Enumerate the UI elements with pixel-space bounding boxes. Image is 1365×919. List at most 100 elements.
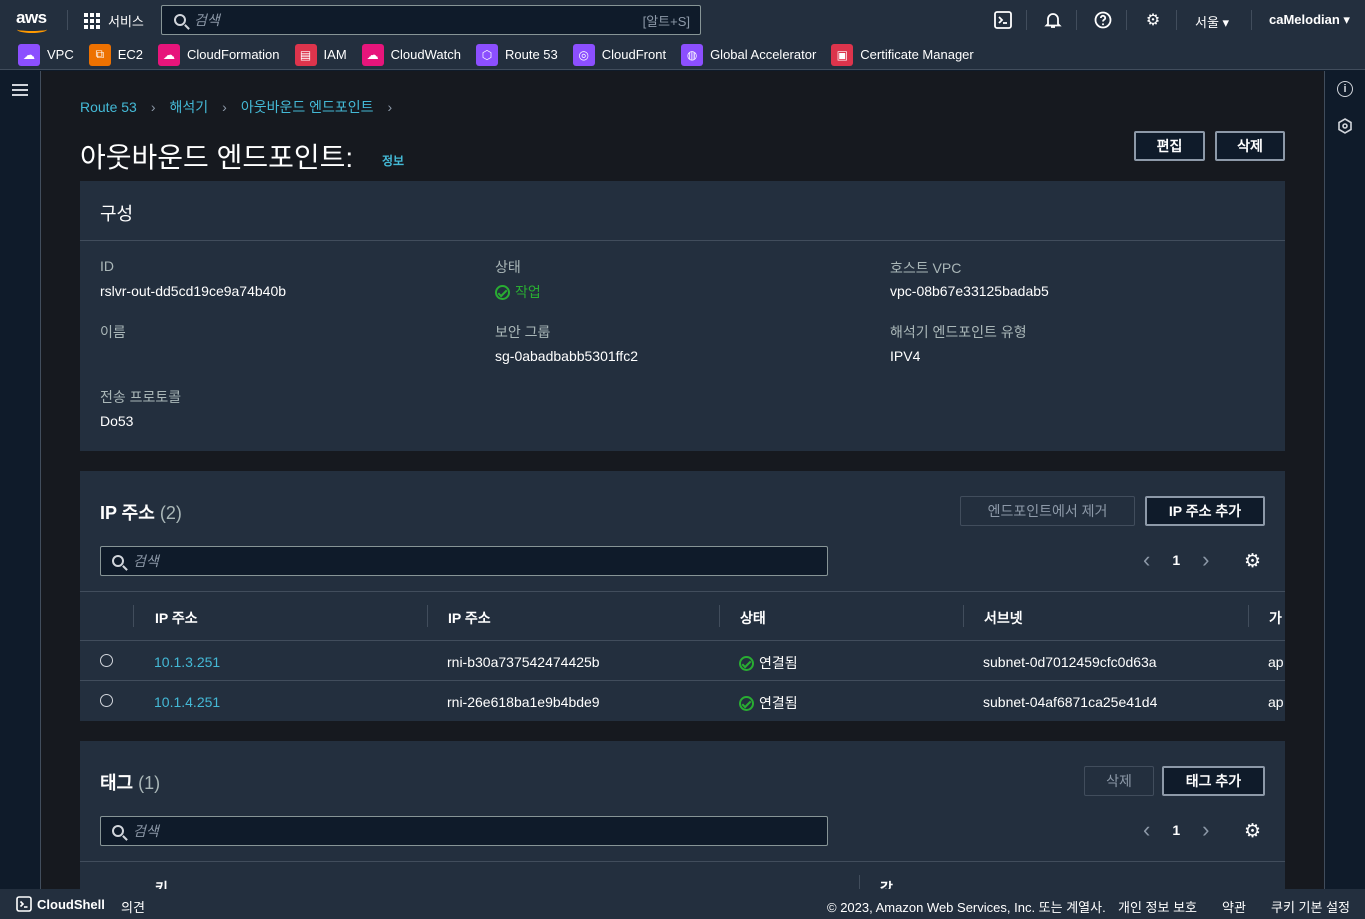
settings-gear-icon[interactable]: ⚙ — [1143, 10, 1163, 30]
left-navigation-rail — [0, 71, 41, 889]
chevron-right-icon[interactable]: › — [1202, 547, 1209, 573]
hexagon-icon[interactable] — [1337, 118, 1353, 134]
chevron-left-icon[interactable]: ‹ — [1143, 547, 1150, 573]
info-panel-icon[interactable]: i — [1337, 81, 1353, 97]
divider — [1126, 10, 1127, 30]
chevron-right-icon[interactable]: › — [1202, 817, 1209, 843]
breadcrumb-outbound-endpoints[interactable]: 아웃바운드 엔드포인트 — [241, 97, 374, 117]
cloudshell-icon[interactable] — [993, 10, 1013, 30]
service-icon: ☁ — [361, 43, 384, 66]
favorite-label: IAM — [323, 47, 347, 62]
favorite-label: CloudFormation — [187, 47, 280, 62]
delete-tag-button[interactable]: 삭제 — [1084, 766, 1154, 796]
right-tools-rail: i — [1324, 71, 1365, 889]
column-header-status[interactable]: 상태 — [740, 608, 766, 628]
service-icon: ▤ — [294, 43, 317, 66]
column-separator — [427, 605, 428, 627]
column-header-eni[interactable]: IP 주소 — [448, 608, 491, 628]
eni-value: rni-b30a737542474425b — [447, 654, 600, 670]
ip-link[interactable]: 10.1.4.251 — [154, 694, 220, 710]
ip-link[interactable]: 10.1.3.251 — [154, 654, 220, 670]
global-search-input[interactable]: 검색 [알트+S] — [161, 5, 701, 35]
favorite-global-accelerator[interactable]: ◍ Global Accelerator — [681, 43, 816, 66]
cloudshell-link[interactable]: CloudShell — [37, 897, 105, 912]
copyright-text: © 2023, Amazon Web Services, Inc. 또는 계열사… — [827, 900, 1106, 915]
status-text: 연결됨 — [759, 695, 798, 711]
status-badge: 연결됨 — [739, 653, 798, 673]
service-icon: ⬡ — [475, 43, 498, 66]
account-menu[interactable]: caMelodian ▾ — [1269, 12, 1350, 28]
cookie-preferences-link[interactable]: 쿠키 기본 설정 — [1271, 897, 1350, 916]
help-icon[interactable] — [1093, 10, 1113, 30]
edit-button[interactable]: 편집 — [1134, 131, 1205, 161]
chevron-right-icon: › — [150, 99, 156, 115]
hamburger-menu-icon[interactable] — [12, 84, 28, 96]
tags-heading: 태그 (1) — [100, 769, 160, 795]
terms-link[interactable]: 약관 — [1222, 897, 1246, 916]
column-header-az[interactable]: 가 — [1269, 608, 1282, 628]
status-badge: 연결됨 — [739, 693, 798, 713]
row-radio[interactable] — [100, 654, 113, 667]
current-page[interactable]: 1 — [1172, 552, 1180, 568]
endpoint-type-label: 해석기 엔드포인트 유형 — [890, 324, 1027, 340]
favorite-cloudfront[interactable]: ◎ CloudFront — [572, 43, 667, 66]
service-icon: ◎ — [572, 43, 595, 66]
security-group-value: sg-0abadbabb5301ffc2 — [495, 348, 638, 364]
tags-panel: 태그 (1) 삭제 태그 추가 검색 ‹ 1 › ⚙ 키 값 — [80, 741, 1285, 897]
favorite-ec2[interactable]: ⧉ EC2 — [88, 43, 144, 66]
chevron-left-icon[interactable]: ‹ — [1143, 817, 1150, 843]
breadcrumb-route53[interactable]: Route 53 — [80, 99, 137, 115]
divider — [80, 640, 1285, 641]
row-radio[interactable] — [100, 694, 113, 707]
az-value: ap — [1268, 654, 1284, 670]
chevron-right-icon: › — [387, 99, 393, 115]
info-link[interactable]: 정보 — [382, 152, 404, 169]
success-check-icon — [739, 655, 754, 671]
feedback-link[interactable]: 의견 — [121, 897, 145, 916]
current-page[interactable]: 1 — [1172, 822, 1180, 838]
ip-pagination: ‹ 1 › — [1143, 547, 1209, 573]
add-tag-button[interactable]: 태그 추가 — [1162, 766, 1265, 796]
remove-from-endpoint-button[interactable]: 엔드포인트에서 제거 — [960, 496, 1135, 526]
divider — [1076, 10, 1077, 30]
favorite-vpc[interactable]: ☁ VPC — [18, 43, 74, 66]
favorite-label: CloudFront — [601, 47, 667, 62]
region-selector[interactable]: 서울 ▾ — [1195, 12, 1229, 31]
favorite-label: VPC — [47, 47, 74, 62]
tags-search-input[interactable]: 검색 — [100, 816, 828, 846]
status-label: 상태 — [495, 259, 521, 275]
id-value: rslvr-out-dd5cd19ce9a74b40b — [100, 283, 287, 299]
favorite-route-53[interactable]: ⬡ Route 53 — [475, 43, 558, 66]
favorite-certificate-manager[interactable]: ▣ Certificate Manager — [831, 43, 974, 66]
favorite-cloudwatch[interactable]: ☁ CloudWatch — [361, 43, 461, 66]
az-value: ap — [1268, 694, 1284, 710]
divider — [80, 240, 1285, 241]
notifications-bell-icon[interactable] — [1043, 10, 1063, 30]
divider — [80, 680, 1285, 681]
delete-button[interactable]: 삭제 — [1215, 131, 1285, 161]
search-icon — [112, 825, 124, 837]
privacy-link[interactable]: 개인 정보 보호 — [1118, 897, 1197, 916]
services-menu-button[interactable]: 서비스 — [84, 11, 144, 30]
favorite-label: EC2 — [117, 47, 144, 62]
chevron-right-icon: › — [222, 99, 227, 115]
success-check-icon — [739, 695, 754, 711]
subnet-value: subnet-0d7012459cfc0d63a — [983, 654, 1157, 670]
table-settings-gear-icon[interactable]: ⚙ — [1244, 550, 1261, 573]
top-navigation-bar: aws 서비스 검색 [알트+S] ⚙ 서울 ▾ caMelodian ▾ — [0, 0, 1365, 40]
column-separator — [719, 605, 720, 627]
breadcrumb-resolver[interactable]: 해석기 — [170, 97, 209, 117]
add-ip-address-button[interactable]: IP 주소 추가 — [1145, 496, 1265, 526]
favorite-iam[interactable]: ▤ IAM — [294, 43, 347, 66]
host-vpc-label: 호스트 VPC — [890, 260, 962, 276]
security-group-label: 보안 그룹 — [495, 324, 551, 340]
aws-logo[interactable]: aws — [16, 8, 52, 34]
search-icon — [112, 555, 124, 567]
ip-search-input[interactable]: 검색 — [100, 546, 828, 576]
table-settings-gear-icon[interactable]: ⚙ — [1244, 820, 1261, 843]
services-label: 서비스 — [108, 14, 144, 29]
favorite-cloudformation[interactable]: ☁ CloudFormation — [158, 43, 280, 66]
column-header-subnet[interactable]: 서브넷 — [984, 608, 1023, 628]
search-shortcut: [알트+S] — [642, 13, 690, 29]
column-header-ip[interactable]: IP 주소 — [155, 608, 198, 628]
